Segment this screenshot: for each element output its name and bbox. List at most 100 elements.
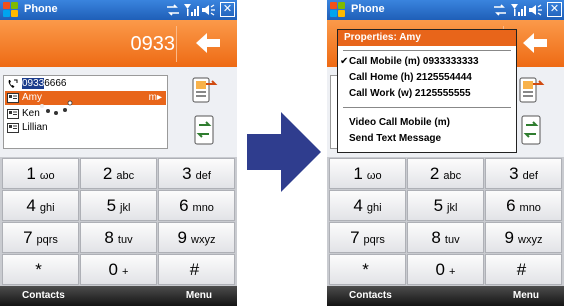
contact-name: Lillian (22, 122, 48, 133)
phone-call-icon (8, 79, 18, 88)
key-0[interactable]: 1 ωο (2, 158, 79, 189)
list-item[interactable]: Lillian (5, 121, 166, 135)
soft-key-bar: Contacts Menu (0, 286, 237, 306)
close-icon[interactable]: ✕ (547, 2, 562, 17)
menu-softkey[interactable]: Menu (186, 290, 212, 301)
list-item[interactable]: Ken (5, 107, 166, 121)
contacts-softkey[interactable]: Contacts (349, 290, 392, 301)
contact-card-icon (7, 123, 19, 133)
window-title: Phone (24, 3, 58, 15)
title-bar: Phone ✕ (0, 0, 237, 20)
key-digit: * (35, 260, 42, 279)
close-icon[interactable]: ✕ (220, 2, 235, 17)
menu-item-call-mobile[interactable]: ✔ Call Mobile (m) 0933333333 (338, 55, 516, 69)
key-digit: 9 (177, 228, 187, 247)
key-4[interactable]: 5 jkl (407, 190, 484, 221)
key-6[interactable]: 7 pqrs (2, 222, 79, 253)
key-letters: abc (116, 170, 135, 182)
key-digit: 6 (506, 196, 516, 215)
key-digit: 2 (102, 164, 113, 183)
key-5[interactable]: 6 mno (158, 190, 235, 221)
key-letters: + (122, 266, 129, 278)
key-letters: pqrs (363, 234, 385, 246)
key-9[interactable]: * (329, 254, 406, 285)
key-digit: 7 (350, 228, 360, 247)
key-3[interactable]: 4 ghi (329, 190, 406, 221)
menu-item-call-home[interactable]: Call Home (h) 2125554444 (338, 71, 516, 85)
smart-dial-list: 09336666 Amy m▸ Ken Lillian (3, 75, 168, 149)
key-digit: * (362, 260, 369, 279)
key-1[interactable]: 2 abc (80, 158, 157, 189)
dial-keypad: 1 ωο 2 abc 3 def 4 ghi 5 jkl 6 mno 7 pqrs 8 tuv 9 wxyz * 0 +… (327, 157, 564, 286)
key-5[interactable]: 6 mno (485, 190, 562, 221)
key-digit: 3 (509, 164, 519, 183)
key-digit: 9 (504, 228, 514, 247)
key-2[interactable]: 3 def (158, 158, 235, 189)
key-letters: + (449, 266, 456, 278)
key-1[interactable]: 2 abc (407, 158, 484, 189)
call-history-icon[interactable] (176, 72, 232, 110)
contact-card-icon (7, 109, 19, 119)
key-letters: jkl (120, 202, 131, 214)
contacts-softkey[interactable]: Contacts (22, 290, 65, 301)
number-remainder: 6666 (44, 78, 67, 89)
menu-item-send-text[interactable]: Send Text Message (338, 132, 516, 146)
key-11[interactable]: # (158, 254, 235, 285)
menu-separator (343, 107, 511, 108)
key-letters: ωο (39, 170, 55, 182)
windows-start-icon[interactable] (3, 2, 19, 18)
menu-item-call-work[interactable]: Call Work (w) 2125555555 (338, 87, 516, 101)
key-digit: 8 (431, 228, 441, 247)
key-7[interactable]: 8 tuv (407, 222, 484, 253)
key-letters: ghi (39, 202, 55, 214)
menu-header: Properties: Amy (338, 30, 516, 46)
transition-arrow-icon (247, 112, 321, 192)
list-item[interactable]: 09336666 (5, 77, 166, 91)
menu-item-video-call[interactable]: Video Call Mobile (m) (338, 116, 516, 130)
key-digit: 0 (435, 260, 446, 279)
phone-screen-menu-open: Phone ✕ 1 ωο 2 abc 3 def 4 ghi 5 jkl 6 mno 7 pqrs 8 tuv… (327, 0, 564, 306)
key-3[interactable]: 4 ghi (2, 190, 79, 221)
key-6[interactable]: 7 pqrs (329, 222, 406, 253)
key-digit: 3 (182, 164, 192, 183)
key-9[interactable]: * (2, 254, 79, 285)
windows-start-icon[interactable] (330, 2, 346, 18)
key-letters: mno (192, 202, 214, 214)
dialed-number: 0933 (130, 33, 176, 55)
number-display: 0933 (0, 20, 237, 67)
key-digit: 5 (433, 196, 444, 215)
key-4[interactable]: 5 jkl (80, 190, 157, 221)
key-7[interactable]: 8 tuv (80, 222, 157, 253)
connectivity-icon[interactable] (492, 2, 508, 18)
key-digit: # (516, 260, 527, 279)
key-digit: 0 (108, 260, 119, 279)
key-digit: 2 (429, 164, 440, 183)
backspace-arrow-icon[interactable] (178, 20, 237, 67)
smart-dial-panel: 09336666 Amy m▸ Ken Lillian (0, 67, 237, 157)
speed-dial-icon[interactable] (176, 112, 232, 150)
connectivity-icon[interactable] (165, 2, 181, 18)
title-bar: Phone ✕ (327, 0, 564, 20)
key-8[interactable]: 9 wxyz (158, 222, 235, 253)
list-item-selected[interactable]: Amy m▸ (5, 91, 166, 105)
signal-strength-icon[interactable] (183, 2, 199, 18)
key-digit: 1 (353, 164, 363, 183)
signal-strength-icon[interactable] (510, 2, 526, 18)
volume-icon[interactable] (527, 2, 543, 18)
key-10[interactable]: 0 + (80, 254, 157, 285)
menu-separator (343, 50, 511, 51)
key-2[interactable]: 3 def (485, 158, 562, 189)
key-letters: abc (443, 170, 462, 182)
key-8[interactable]: 9 wxyz (485, 222, 562, 253)
contact-name: Ken (22, 108, 40, 119)
key-0[interactable]: 1 ωο (329, 158, 406, 189)
key-11[interactable]: # (485, 254, 562, 285)
key-digit: 7 (23, 228, 33, 247)
key-letters: tuv (444, 234, 460, 246)
checkmark-icon: ✔ (340, 56, 349, 67)
key-10[interactable]: 0 + (407, 254, 484, 285)
key-digit: 4 (26, 196, 36, 215)
menu-softkey[interactable]: Menu (513, 290, 539, 301)
volume-icon[interactable] (200, 2, 216, 18)
key-letters: jkl (447, 202, 458, 214)
